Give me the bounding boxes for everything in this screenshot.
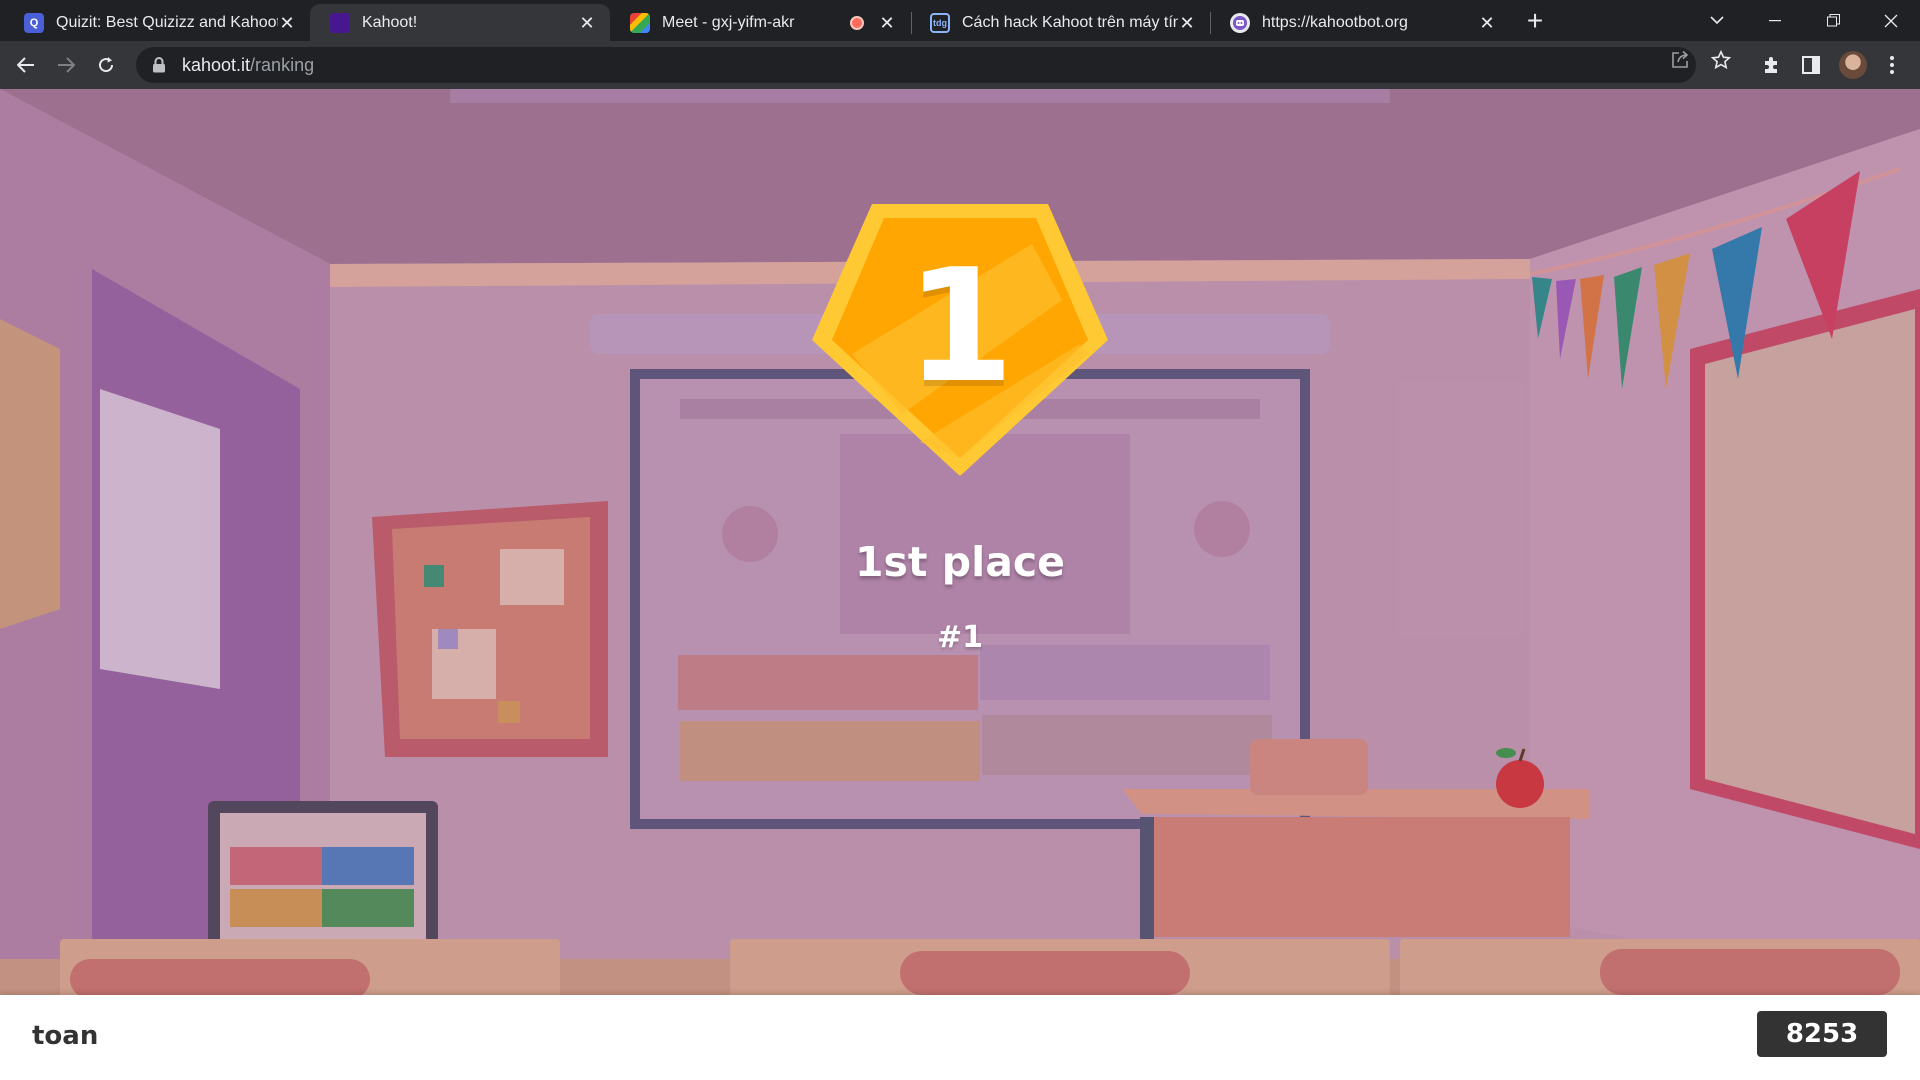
tab-kahootbot[interactable]: https://kahootbot.org ✕ [1210, 4, 1510, 41]
player-nickname: toan [32, 1021, 99, 1051]
close-window-button[interactable] [1862, 0, 1920, 41]
browser-toolbar: kahoot.it/ranking [0, 41, 1920, 89]
close-tab-icon[interactable]: ✕ [1478, 14, 1496, 32]
rank-label: #1 [936, 620, 983, 655]
tab-meet[interactable]: Meet - gxj-yifm-akr ✕ [610, 4, 910, 41]
minimize-button[interactable] [1746, 0, 1804, 41]
share-icon[interactable] [1670, 50, 1690, 70]
lock-icon[interactable] [152, 57, 166, 73]
kahootbot-favicon-icon [1230, 12, 1250, 33]
tab-title: Meet - gxj-yifm-akr [662, 13, 795, 31]
address-bar[interactable]: kahoot.it/ranking [136, 47, 1696, 83]
profile-avatar[interactable] [1839, 51, 1867, 79]
new-tab-button[interactable]: + [1520, 6, 1550, 36]
tab-tdg[interactable]: tdg Cách hack Kahoot trên máy tính, ✕ [910, 4, 1210, 41]
player-footer: toan 8253 [0, 995, 1920, 1080]
bookmark-star-icon[interactable] [1710, 49, 1732, 70]
forward-button[interactable] [50, 49, 82, 81]
url-path: /ranking [250, 54, 315, 75]
tab-title: Kahoot! [362, 13, 418, 31]
tab-title: https://kahootbot.org [1262, 13, 1408, 31]
place-label: 1st place [855, 538, 1065, 586]
close-tab-icon[interactable]: ✕ [278, 14, 296, 32]
side-panel-icon[interactable] [1799, 53, 1823, 77]
tdg-favicon-icon: tdg [930, 12, 950, 33]
quizit-favicon-icon: Q [24, 12, 44, 33]
reload-button[interactable] [90, 49, 122, 81]
tab-title: Quizit: Best Quizizz and Kahoot C [56, 13, 278, 31]
player-score: 8253 [1757, 1011, 1887, 1057]
extensions-icon[interactable] [1759, 53, 1783, 77]
menu-kebab-icon[interactable] [1880, 53, 1904, 77]
tab-quizit[interactable]: Q Quizit: Best Quizizz and Kahoot C ✕ [4, 4, 310, 41]
rank-badge-number: 1 [905, 235, 1015, 417]
tab-kahoot[interactable]: Kahoot! ✕ [310, 4, 610, 41]
recording-icon [850, 15, 864, 30]
tab-search-icon[interactable] [1688, 0, 1746, 41]
back-button[interactable] [10, 49, 42, 81]
kahoot-favicon-icon [330, 12, 350, 33]
restore-button[interactable] [1804, 0, 1862, 41]
close-tab-icon[interactable]: ✕ [1178, 14, 1196, 32]
meet-favicon-icon [630, 12, 650, 33]
tab-strip: Q Quizit: Best Quizizz and Kahoot C ✕ Ka… [0, 0, 1920, 41]
close-tab-icon[interactable]: ✕ [878, 14, 896, 32]
tab-title: Cách hack Kahoot trên máy tính, [962, 13, 1178, 31]
close-tab-icon[interactable]: ✕ [578, 14, 596, 32]
url-host: kahoot.it [182, 54, 251, 75]
